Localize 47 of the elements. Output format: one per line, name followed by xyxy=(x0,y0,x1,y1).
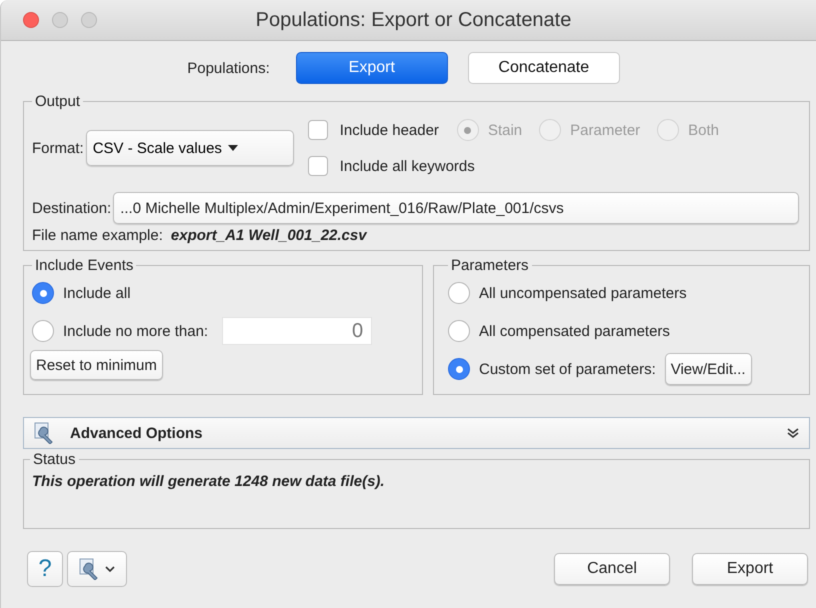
option-label: Parameter xyxy=(570,122,640,138)
minimize-button[interactable] xyxy=(52,12,68,28)
option-label: Custom set of parameters: xyxy=(479,360,656,378)
checkbox[interactable] xyxy=(308,120,328,140)
radio-button[interactable] xyxy=(448,282,470,304)
option-label: Stain xyxy=(488,122,522,138)
radio-button[interactable] xyxy=(32,282,54,304)
radio-button[interactable] xyxy=(448,320,470,342)
number-field[interactable]: 0 xyxy=(222,317,372,345)
panel-title: Include Events xyxy=(34,257,134,274)
radio-button[interactable] xyxy=(448,358,470,380)
checkbox-label: Include all keywords xyxy=(340,158,475,174)
option-label: Include all xyxy=(63,284,131,302)
mode-button[interactable]: Export xyxy=(296,52,448,84)
tools-menu-button[interactable] xyxy=(67,551,127,587)
advanced-options-bar[interactable]: Advanced Options xyxy=(23,417,810,449)
footer-button[interactable]: Export xyxy=(692,553,808,585)
mode-button[interactable]: Concatenate xyxy=(468,52,620,84)
option-label: All compensated parameters xyxy=(479,322,670,340)
checkbox[interactable] xyxy=(308,156,328,176)
chevron-icon xyxy=(787,427,799,439)
option-label: Include no more than: xyxy=(63,322,208,340)
checkbox-label: Include header xyxy=(340,122,439,138)
close-button[interactable] xyxy=(23,12,39,28)
mode-label: Populations: xyxy=(187,60,270,76)
caret-icon xyxy=(105,566,115,572)
option-label: All uncompensated parameters xyxy=(479,284,687,302)
help-button[interactable]: ? xyxy=(27,551,63,587)
view-edit-button[interactable]: View/Edit... xyxy=(664,353,752,385)
caret-icon xyxy=(228,145,238,151)
status-message: This operation will generate 1248 new data file(s). xyxy=(31,472,386,492)
panel-title: Output xyxy=(34,93,82,110)
panel-title: Status xyxy=(32,451,77,468)
format-dropdown[interactable]: CSV - Scale values xyxy=(86,130,294,166)
example-filename: export_A1 Well_001_22.csv xyxy=(170,227,367,244)
zoom-button[interactable] xyxy=(81,12,97,28)
window-title: Populations: Export or Concatenate xyxy=(254,8,572,32)
footer-button[interactable]: Cancel xyxy=(554,553,670,585)
example-label: File name example: xyxy=(32,227,163,244)
radio-button[interactable] xyxy=(32,320,54,342)
destination-field[interactable]: ...0 Michelle Multiplex/Admin/Experiment_016/Raw/Plate_001/csvs xyxy=(113,192,799,224)
advanced-options-title: Advanced Options xyxy=(70,424,204,442)
destination-label: Destination: xyxy=(32,200,112,216)
format-label: Format: xyxy=(32,140,84,156)
option-label: Both xyxy=(688,122,720,138)
reset-button[interactable]: Reset to minimum xyxy=(30,350,163,380)
panel-title: Parameters xyxy=(450,257,530,274)
